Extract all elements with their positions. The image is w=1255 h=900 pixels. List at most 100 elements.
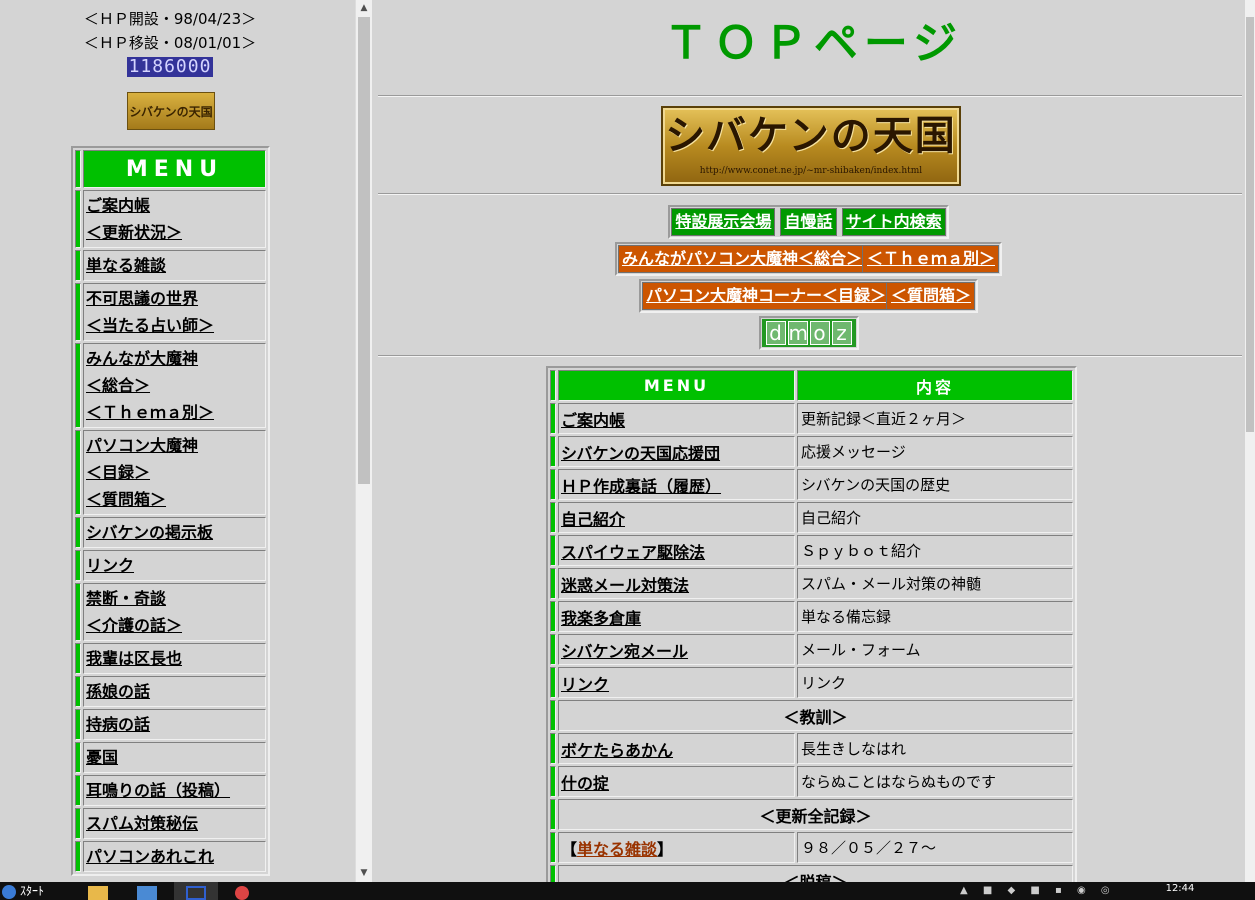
dmoz-badge-frame: dmoz (758, 316, 859, 350)
sidebar-item: パソコンあれこれ (75, 841, 266, 872)
update-row-menu: 【単なる雑談】 (558, 832, 795, 863)
sidebar-item: 持病の話 (75, 709, 266, 740)
scrollbar-thumb[interactable] (358, 17, 370, 484)
sidebar-link[interactable]: 持病の話 (86, 715, 150, 734)
everyone-pc-daimajin-button[interactable]: みんながパソコン大魔神＜総合＞ (617, 245, 863, 273)
menu-bar (75, 190, 81, 248)
explorer-taskbar-button[interactable] (76, 882, 120, 900)
sidebar-item: みんなが大魔神 ＜総合＞ ＜Ｔｈｅｍａ別＞ (75, 343, 266, 428)
sidebar-link[interactable]: ＜Ｔｈｅｍａ別＞ (86, 403, 214, 422)
table-row: ＨＰ作成裏話（履歴） シバケンの天国の歴史 (550, 469, 1073, 500)
site-logo-text: シバケンの天国 (665, 113, 957, 159)
main-menu-table: MENU 内容 ご案内帳 更新記録＜直近２ヶ月＞ シバケンの天国応援団 応援メッセージ… (546, 366, 1077, 882)
sidebar-link[interactable]: ＜質問箱＞ (86, 490, 166, 509)
bracket-close: 】 (657, 839, 674, 859)
small-logo-text: シバケンの天国 (129, 104, 213, 119)
special-exhibit-button[interactable]: 特設展示会場 (671, 208, 776, 236)
question-box-button[interactable]: ＜質問箱＞ (887, 282, 976, 310)
content-cell: メール・フォーム (797, 634, 1073, 665)
sidebar-link[interactable]: みんなが大魔神 (86, 349, 198, 368)
content-cell: ならぬことはならぬものです (797, 766, 1073, 797)
sidebar-link[interactable]: シバケンの掲示板 (86, 523, 213, 542)
menu-link[interactable]: ボケたらあかん (561, 741, 673, 760)
sidebar-item-cell: みんなが大魔神 ＜総合＞ ＜Ｔｈｅｍａ別＞ (83, 343, 266, 428)
sidebar-link[interactable]: 憂国 (86, 748, 118, 767)
menu-bar (75, 841, 81, 872)
table-row: シバケン宛メール メール・フォーム (550, 634, 1073, 665)
sidebar-link[interactable]: パソコンあれこれ (86, 847, 214, 866)
sidebar-link[interactable]: スパム対策秘伝 (86, 814, 198, 833)
menu-cell: 我楽多倉庫 (558, 601, 795, 632)
scroll-up-arrow-icon[interactable]: ▲ (356, 0, 372, 17)
menu-link[interactable]: ご案内帳 (561, 411, 625, 430)
sidebar-link[interactable]: 単なる雑談 (86, 256, 166, 275)
active-window-taskbar-button[interactable] (174, 882, 218, 900)
small-logo-banner[interactable]: シバケンの天国 (127, 92, 215, 130)
menu-bar (550, 634, 556, 665)
nav-button-group: 特設展示会場 自慢話 サイト内検索 (668, 205, 949, 239)
left-frame-scrollbar[interactable]: ▲ ▼ (355, 0, 372, 882)
site-search-button[interactable]: サイト内検索 (841, 208, 946, 236)
sidebar-item: 不可思議の世界 ＜当たる占い師＞ (75, 283, 266, 341)
sidebar-link[interactable]: 禁断・奇談 (86, 589, 166, 608)
pc-daimajin-catalog-button[interactable]: パソコン大魔神コーナー＜目録＞ (641, 282, 887, 310)
sidebar-link[interactable]: ＜総合＞ (86, 376, 150, 395)
menu-link[interactable]: 迷惑メール対策法 (561, 576, 689, 595)
menu-link[interactable]: シバケンの天国応援団 (561, 444, 720, 463)
sidebar-link[interactable]: リンク (86, 556, 134, 575)
scroll-down-arrow-icon[interactable]: ▼ (356, 865, 372, 882)
menu-bar (550, 370, 556, 401)
sidebar-link[interactable]: ＜介護の話＞ (86, 616, 182, 635)
sidebar-link[interactable]: 我輩は区長也 (86, 649, 182, 668)
menu-link[interactable]: 自己紹介 (561, 510, 625, 529)
menu-cell: スパイウェア駆除法 (558, 535, 795, 566)
menu-link[interactable]: シバケン宛メール (561, 642, 688, 661)
menu-link[interactable]: スパイウェア駆除法 (561, 543, 705, 562)
update-row-content: ９８／０５／２７～ (797, 832, 1073, 863)
menu-link[interactable]: 什の掟 (561, 774, 609, 793)
sidebar-link[interactable]: ＜当たる占い師＞ (86, 316, 214, 335)
menu-bar (75, 517, 81, 548)
sidebar-link[interactable]: ご案内帳 (86, 196, 150, 215)
sidebar-link[interactable]: ＜更新状況＞ (86, 223, 182, 242)
table-row: 迷惑メール対策法 スパム・メール対策の神髄 (550, 568, 1073, 599)
sidebar-link[interactable]: パソコン大魔神 (86, 436, 198, 455)
sidebar-item-cell: スパム対策秘伝 (83, 808, 266, 839)
scrollbar-thumb[interactable] (1246, 17, 1254, 432)
table-row: リンク リンク (550, 667, 1073, 698)
menu-bar (75, 676, 81, 707)
sidebar-link[interactable]: 耳鳴りの話（投稿） (86, 781, 230, 800)
sidebar-link[interactable]: 不可思議の世界 (86, 289, 198, 308)
divider (378, 193, 1242, 195)
menu-bar (550, 403, 556, 434)
sidebar-link[interactable]: 孫娘の話 (86, 682, 150, 701)
start-button[interactable]: ｽﾀｰﾄ (0, 882, 70, 900)
divider (378, 95, 1242, 97)
content-cell: 単なる備忘録 (797, 601, 1073, 632)
system-tray[interactable]: ▲ ■ ◆ ■ ▪ ◉ ◎ (960, 882, 1150, 900)
boast-story-button[interactable]: 自慢話 (780, 208, 837, 236)
chrome-taskbar-button[interactable] (223, 882, 267, 900)
divider (378, 355, 1242, 357)
sidebar-item: 憂国 (75, 742, 266, 773)
table-row: シバケンの天国応援団 応援メッセージ (550, 436, 1073, 467)
menu-link[interactable]: リンク (561, 675, 609, 694)
nav-button-row-1: 特設展示会場 自慢話 サイト内検索 (372, 205, 1245, 239)
dmoz-badge[interactable]: dmoz (761, 319, 856, 347)
sidebar-item: シバケンの掲示板 (75, 517, 266, 548)
sidebar-link[interactable]: ＜目録＞ (86, 463, 150, 482)
right-frame: ＴＯＰページ シバケンの天国 http://www.conet.ne.jp/~m… (372, 0, 1245, 882)
menu-link[interactable]: ＨＰ作成裏話（履歴） (561, 477, 721, 496)
hp-open-date: ＜ＨＰ開設・98/04/23＞ (83, 10, 257, 28)
update-row-link[interactable]: 単なる雑談 (577, 840, 657, 859)
app-taskbar-button[interactable] (125, 882, 169, 900)
by-theme-button[interactable]: ＜Ｔｈｅｍａ別＞ (863, 245, 1000, 273)
menu-cell: 什の掟 (558, 766, 795, 797)
menu-bar (550, 667, 556, 698)
menu-link[interactable]: 我楽多倉庫 (561, 609, 641, 628)
sidebar-item-cell: 不可思議の世界 ＜当たる占い師＞ (83, 283, 266, 341)
table-row: ご案内帳 更新記録＜直近２ヶ月＞ (550, 403, 1073, 434)
right-frame-scrollbar[interactable] (1245, 0, 1255, 882)
menu-bar (550, 766, 556, 797)
menu-bar (550, 832, 556, 863)
